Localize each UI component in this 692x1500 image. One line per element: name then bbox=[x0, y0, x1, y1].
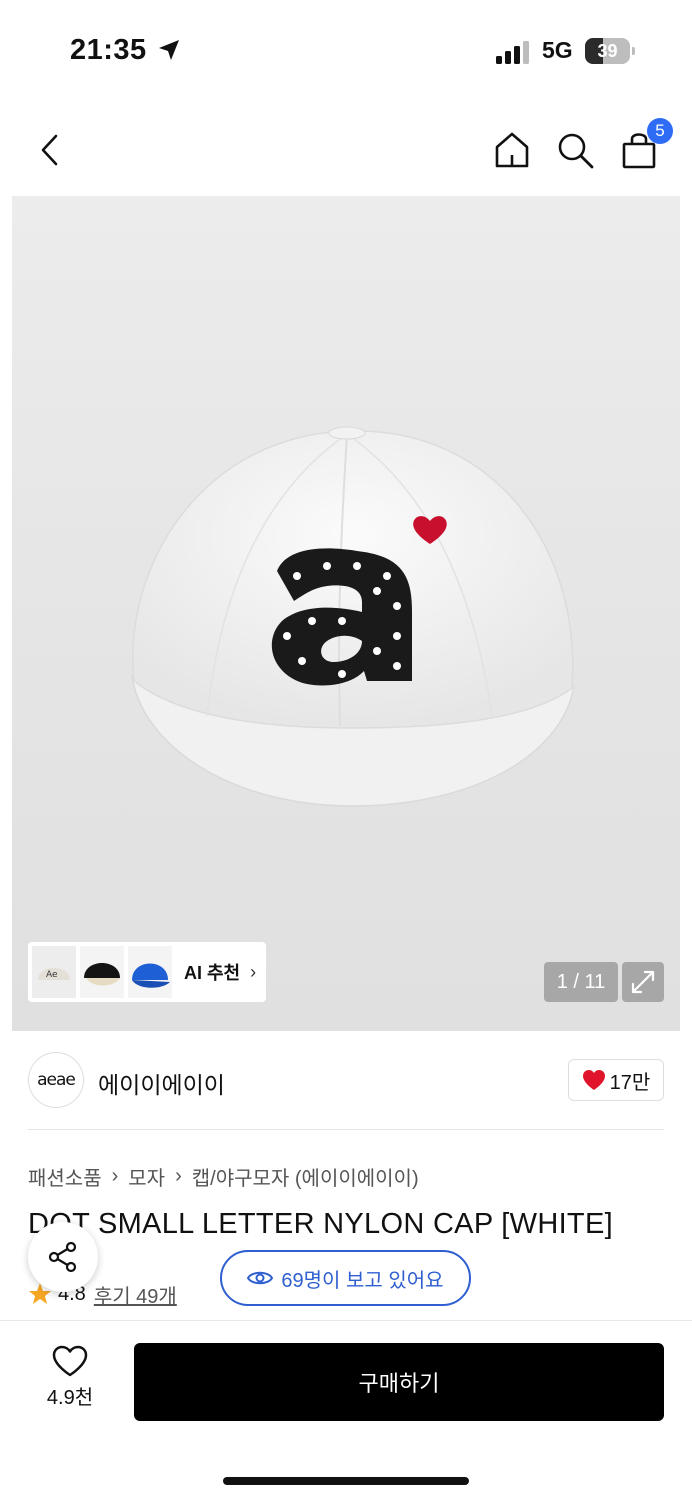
search-icon bbox=[558, 133, 594, 169]
svg-text:Ae: Ae bbox=[46, 970, 58, 980]
wishlist-count: 4.9천 bbox=[46, 1387, 94, 1409]
battery-percent: 39 bbox=[597, 41, 618, 61]
heart-outline-icon bbox=[52, 1345, 88, 1377]
product-title: DOT SMALL LETTER NYLON CAP [WHITE] bbox=[28, 1208, 613, 1240]
ai-recommendation-strip[interactable]: Ae AI 추천 › bbox=[28, 942, 266, 1002]
bottom-action-bar: 4.9천 구매하기 bbox=[0, 1320, 692, 1500]
signal-icon bbox=[496, 41, 529, 64]
live-viewers-pill: 69명이 보고 있어요 bbox=[220, 1250, 471, 1306]
expand-image-button[interactable] bbox=[622, 962, 664, 1002]
chevron-left-icon bbox=[41, 134, 58, 166]
home-button[interactable] bbox=[490, 128, 534, 172]
brand-logo[interactable]: aeae bbox=[28, 1052, 84, 1108]
back-button[interactable] bbox=[28, 128, 72, 172]
eye-icon bbox=[247, 1271, 274, 1285]
review-link[interactable]: 후기 49개 bbox=[94, 1280, 177, 1309]
battery-icon: 39 bbox=[585, 38, 635, 64]
ai-thumbnail-white-cap[interactable]: Ae bbox=[32, 946, 76, 998]
breadcrumb: 패션소품 › 모자 › 캡/야구모자 (에이이에이이) bbox=[28, 1162, 419, 1191]
brand-row[interactable]: aeae 에이이에이이 17만 bbox=[28, 1052, 664, 1110]
breadcrumb-item-caps[interactable]: 캡/야구모자 (에이이에이이) bbox=[192, 1162, 419, 1191]
brand-name[interactable]: 에이이에이이 bbox=[98, 1066, 225, 1100]
brand-like-button[interactable]: 17만 bbox=[568, 1059, 664, 1101]
status-time: 21:35 bbox=[70, 34, 147, 66]
ai-recommendation-label: AI 추천 bbox=[184, 963, 241, 983]
chevron-right-icon: › bbox=[175, 1165, 182, 1187]
live-viewers-text: 69명이 보고 있어요 bbox=[281, 1269, 444, 1292]
breadcrumb-item-fashion-accessories[interactable]: 패션소품 bbox=[28, 1162, 102, 1191]
breadcrumb-item-hats[interactable]: 모자 bbox=[128, 1162, 165, 1191]
divider bbox=[28, 1129, 664, 1130]
location-arrow-icon bbox=[159, 40, 179, 60]
top-nav: 5 bbox=[0, 110, 692, 190]
cart-count-badge: 5 bbox=[647, 118, 673, 144]
wishlist-button[interactable]: 4.9천 bbox=[30, 1345, 110, 1415]
ai-thumbnail-black-cap[interactable] bbox=[80, 946, 124, 998]
share-icon bbox=[48, 1241, 77, 1273]
share-button[interactable] bbox=[28, 1222, 98, 1292]
product-image-gallery[interactable]: Ae AI 추천 › 1 / 11 bbox=[12, 196, 680, 1031]
expand-icon bbox=[631, 970, 655, 994]
home-indicator bbox=[223, 1477, 469, 1485]
network-label: 5G bbox=[542, 37, 573, 63]
buy-button[interactable]: 구매하기 bbox=[134, 1343, 664, 1421]
chevron-right-icon: › bbox=[111, 1165, 119, 1187]
brand-like-count: 17만 bbox=[609, 1071, 651, 1094]
home-icon bbox=[495, 132, 529, 168]
chevron-right-icon: › bbox=[250, 961, 257, 982]
heart-icon bbox=[582, 1070, 605, 1090]
status-bar: 21:35 5G 39 bbox=[0, 0, 692, 100]
ai-thumbnail-blue-cap[interactable] bbox=[128, 946, 172, 998]
search-button[interactable] bbox=[553, 128, 597, 172]
cart-button[interactable]: 5 bbox=[617, 118, 673, 172]
image-page-counter: 1 / 11 bbox=[544, 962, 618, 1002]
product-image bbox=[130, 426, 576, 807]
